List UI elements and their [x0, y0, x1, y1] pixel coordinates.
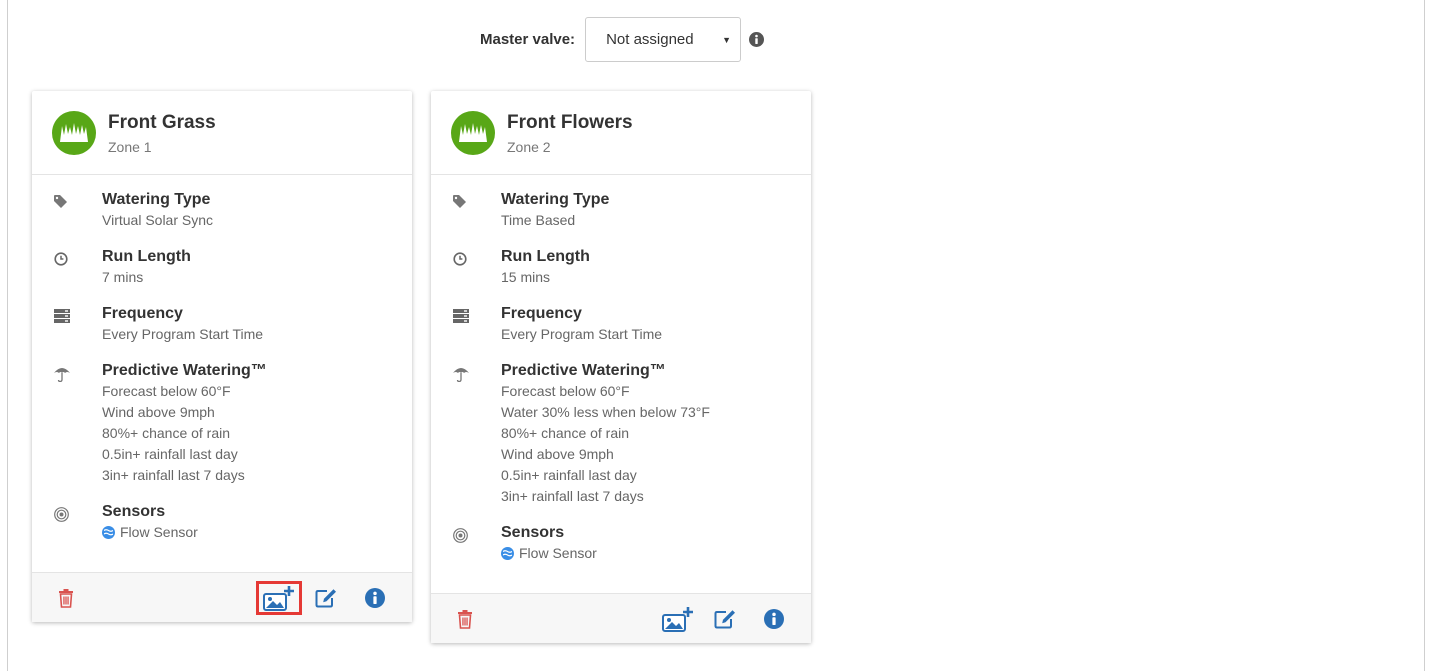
- add-image-icon: [662, 606, 693, 632]
- caret-down-icon: ▼: [722, 34, 732, 45]
- grass-icon: [52, 110, 96, 155]
- frequency-title: Frequency: [501, 305, 582, 322]
- delete-zone-button[interactable]: [56, 588, 76, 608]
- edit-icon: [714, 609, 735, 628]
- edit-icon: [315, 588, 336, 607]
- server-icon: [453, 304, 501, 345]
- watering-type-title: Watering Type: [102, 191, 211, 208]
- predictive-item: 0.5in+ rainfall last day: [102, 446, 238, 462]
- zone-card-footer: [431, 593, 811, 643]
- run-length-row: Run Length 15 mins: [431, 247, 811, 288]
- watering-type-row: Watering Type Time Based: [431, 190, 811, 231]
- sensors-row: Sensors Flow Sensor: [32, 502, 412, 543]
- edit-zone-button[interactable]: [714, 609, 736, 629]
- flow-sensor-icon: [102, 526, 115, 539]
- predictive-item: Wind above 9mph: [501, 446, 614, 462]
- frequency-title: Frequency: [102, 305, 183, 322]
- info-icon[interactable]: [749, 32, 765, 47]
- predictive-item: Water 30% less when below 73°F: [501, 404, 710, 420]
- flow-sensor-item: Flow Sensor: [501, 543, 597, 564]
- master-valve-row: Master valve: Not assigned ▼: [480, 17, 765, 62]
- master-valve-label: Master valve:: [480, 31, 576, 48]
- frequency-value: Every Program Start Time: [501, 326, 663, 342]
- tag-icon: [54, 190, 102, 231]
- flow-sensor-item: Flow Sensor: [102, 522, 198, 543]
- umbrella-icon: [54, 361, 102, 486]
- sensor-target-icon: [54, 502, 102, 543]
- predictive-item: 3in+ rainfall last 7 days: [102, 467, 245, 483]
- info-icon: [764, 608, 784, 629]
- add-photo-button[interactable]: [256, 580, 302, 615]
- left-frame-border: [7, 0, 8, 671]
- zone-number: Zone 2: [507, 138, 551, 155]
- zone-number: Zone 1: [108, 138, 152, 155]
- predictive-watering-title: Predictive Watering™: [501, 362, 666, 379]
- delete-zone-button[interactable]: [455, 609, 475, 629]
- predictive-item: Wind above 9mph: [102, 404, 215, 420]
- predictive-item: 3in+ rainfall last 7 days: [501, 488, 644, 504]
- predictive-item: 80%+ chance of rain: [102, 425, 231, 441]
- frequency-value: Every Program Start Time: [102, 326, 264, 342]
- predictive-item: 80%+ chance of rain: [501, 425, 630, 441]
- predictive-watering-row: Predictive Watering™ Forecast below 60°F…: [431, 361, 811, 507]
- tag-icon: [453, 190, 501, 231]
- zone-info-button[interactable]: [365, 587, 385, 608]
- watering-type-value: Virtual Solar Sync: [102, 212, 214, 228]
- add-photo-button[interactable]: [655, 602, 701, 636]
- frequency-row: Frequency Every Program Start Time: [431, 304, 811, 345]
- server-icon: [54, 304, 102, 345]
- sensors-title: Sensors: [501, 524, 565, 541]
- sensor-target-icon: [453, 523, 501, 564]
- master-valve-selected-value: Not assigned: [606, 31, 694, 48]
- master-valve-select[interactable]: Not assigned ▼: [585, 17, 742, 62]
- grass-icon: [451, 110, 495, 155]
- watering-type-row: Watering Type Virtual Solar Sync: [32, 190, 412, 231]
- clock-icon: [453, 247, 501, 288]
- clock-icon: [54, 247, 102, 288]
- sensors-title: Sensors: [102, 503, 166, 520]
- add-image-icon: [263, 585, 294, 611]
- frequency-row: Frequency Every Program Start Time: [32, 304, 412, 345]
- zone-card-header: Front Grass Zone 1: [32, 91, 412, 175]
- zone-card: Front Grass Zone 1 Watering Type Virtual…: [32, 91, 412, 622]
- run-length-row: Run Length 7 mins: [32, 247, 412, 288]
- run-length-value: 15 mins: [501, 269, 551, 285]
- trash-icon: [458, 609, 472, 629]
- flow-sensor-label: Flow Sensor: [519, 545, 597, 561]
- watering-type-value: Time Based: [501, 212, 576, 228]
- run-length-title: Run Length: [102, 248, 191, 265]
- trash-icon: [59, 588, 73, 608]
- predictive-watering-row: Predictive Watering™ Forecast below 60°F…: [32, 361, 412, 486]
- zone-name: Front Flowers: [507, 111, 633, 133]
- watering-type-title: Watering Type: [501, 191, 610, 208]
- edit-zone-button[interactable]: [315, 588, 337, 608]
- zone-name: Front Grass: [108, 111, 216, 133]
- flow-sensor-icon: [501, 547, 514, 560]
- info-icon: [365, 587, 385, 608]
- zone-card-footer: [32, 572, 412, 622]
- predictive-item: Forecast below 60°F: [102, 383, 231, 399]
- zone-card-header: Front Flowers Zone 2: [431, 91, 811, 175]
- umbrella-icon: [453, 361, 501, 507]
- run-length-value: 7 mins: [102, 269, 144, 285]
- run-length-title: Run Length: [501, 248, 590, 265]
- right-frame-border: [1424, 0, 1425, 671]
- predictive-item: 0.5in+ rainfall last day: [501, 467, 637, 483]
- predictive-watering-title: Predictive Watering™: [102, 362, 267, 379]
- sensors-row: Sensors Flow Sensor: [431, 523, 811, 564]
- predictive-item: Forecast below 60°F: [501, 383, 630, 399]
- zone-card: Front Flowers Zone 2 Watering Type Time …: [431, 91, 811, 643]
- flow-sensor-label: Flow Sensor: [120, 524, 198, 540]
- zone-info-button[interactable]: [764, 608, 784, 629]
